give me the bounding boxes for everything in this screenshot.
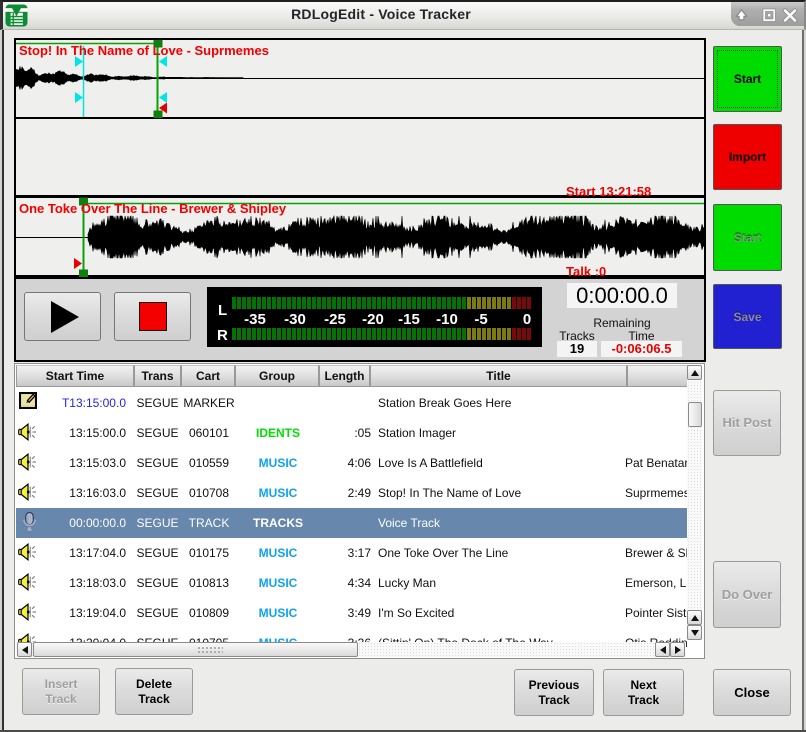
svg-text:R: R: [217, 327, 228, 344]
svg-text:-10: -10: [436, 311, 458, 328]
svg-text:0: 0: [523, 311, 531, 328]
svg-text:-15: -15: [398, 311, 420, 328]
svg-text:L: L: [218, 302, 227, 319]
svg-text:-20: -20: [362, 311, 384, 328]
svg-text:-30: -30: [284, 311, 306, 328]
svg-text:-35: -35: [244, 311, 266, 328]
svg-text:-25: -25: [324, 311, 346, 328]
svg-text:-5: -5: [474, 311, 487, 328]
